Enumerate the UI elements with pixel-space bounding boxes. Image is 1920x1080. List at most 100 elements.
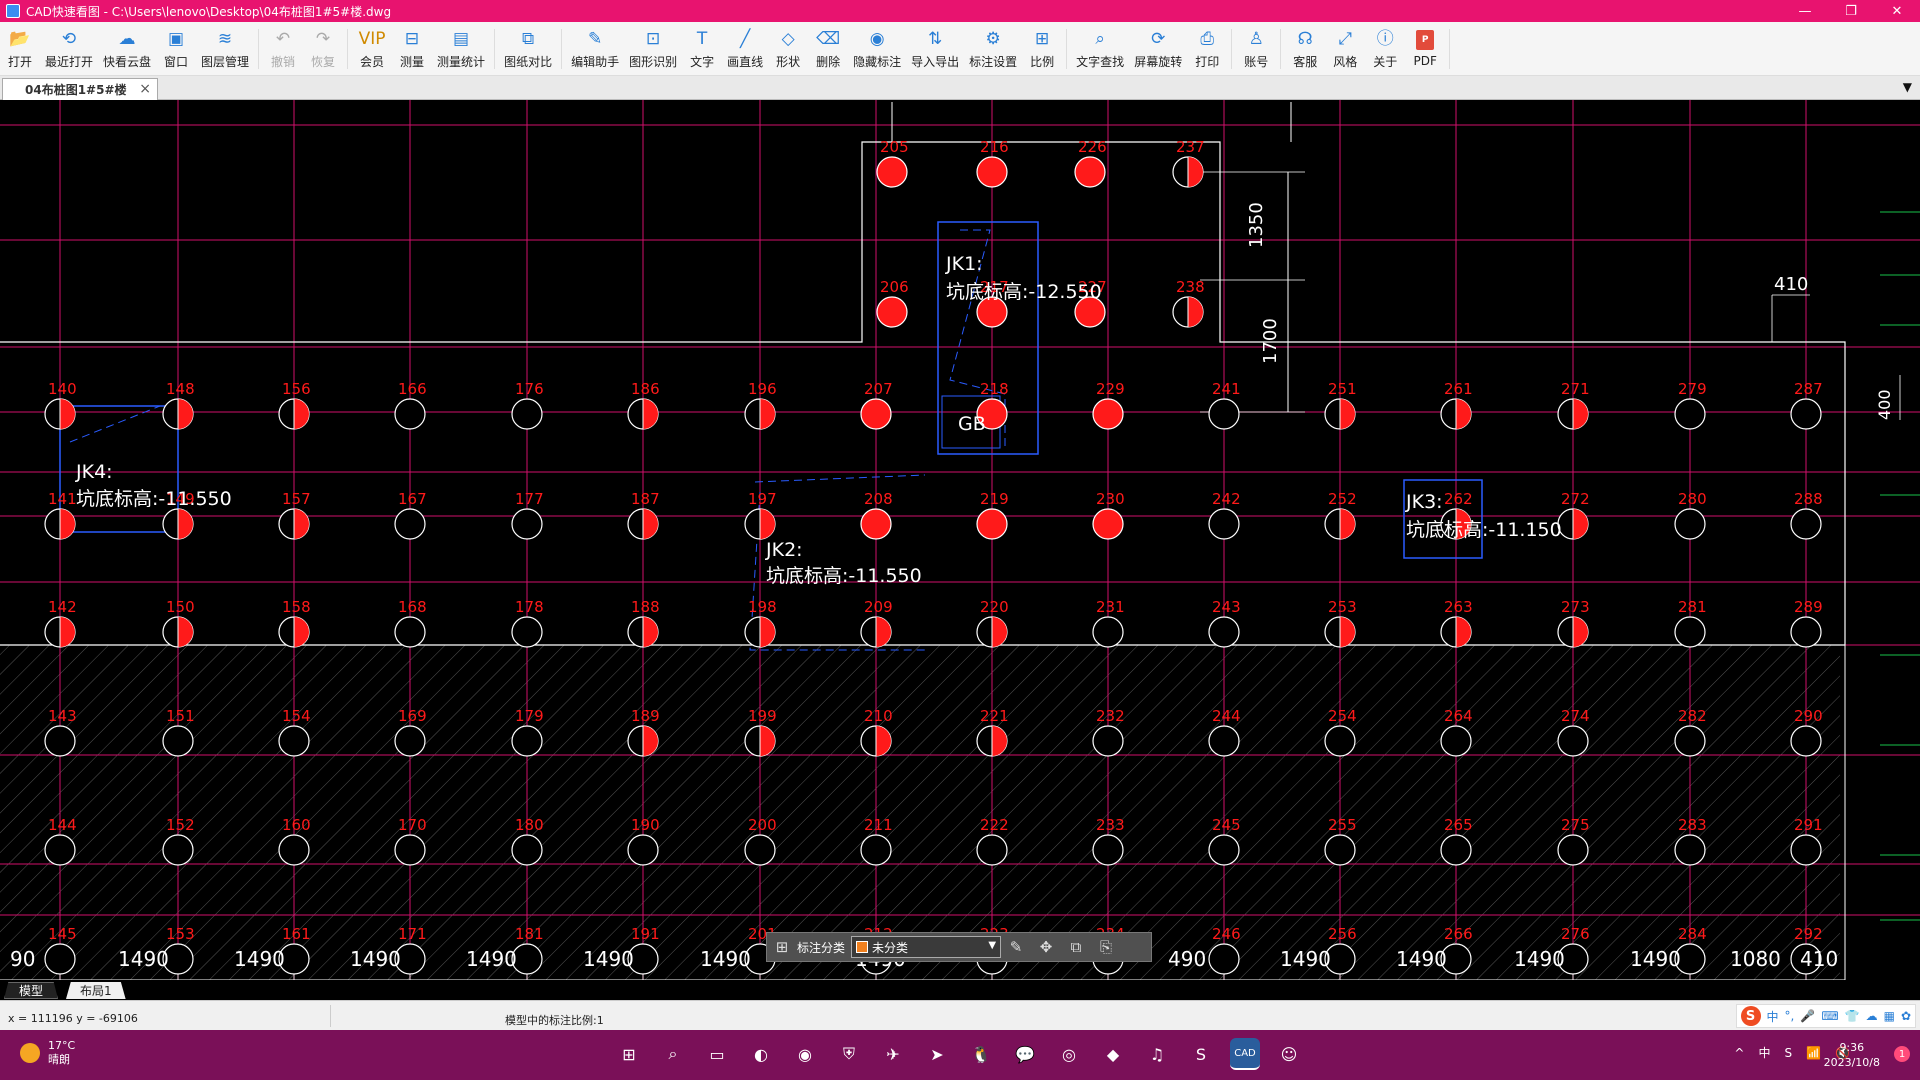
pile-number: 205 xyxy=(880,138,909,156)
toolbar-button-import-export[interactable]: ⇅ 导入导出 xyxy=(906,22,964,76)
pile-circle-empty xyxy=(1440,834,1472,866)
toolbar-button-text[interactable]: T 文字 xyxy=(682,22,722,76)
tab-model[interactable]: 模型 xyxy=(4,982,59,999)
dimension-text: 1490 xyxy=(234,947,285,971)
pile-circle-empty xyxy=(1324,834,1356,866)
toolbar-button-vip[interactable]: VIP 会员 xyxy=(352,22,392,76)
app-avatar-icon[interactable]: ☺ xyxy=(1274,1038,1304,1070)
pile-number: 198 xyxy=(748,598,777,616)
toolbar-button-annotation-settings[interactable]: ⚙ 标注设置 xyxy=(964,22,1022,76)
copy-icon[interactable]: ⧉ xyxy=(1061,938,1091,956)
security-app-icon[interactable]: ⛨ xyxy=(834,1038,864,1070)
toolbar-button-label: 隐藏标注 xyxy=(853,54,902,69)
dingtalk-app-icon[interactable]: ➤ xyxy=(922,1038,952,1070)
app-orange-icon[interactable]: ◐ xyxy=(746,1038,776,1070)
toolbar-button-compare[interactable]: ⧉ 图纸对比 xyxy=(499,22,557,76)
toolbar-button-folder-open[interactable]: 📂 打开 xyxy=(0,22,40,76)
grid-icon[interactable]: ⊞ xyxy=(767,938,797,956)
toolbar-button-window[interactable]: ▣ 窗口 xyxy=(156,22,196,76)
annotation-category-label: 标注分类 xyxy=(797,940,846,955)
start-button-icon[interactable]: ⊞ xyxy=(614,1038,644,1070)
pile-232: 232 xyxy=(1092,707,1125,757)
ime-toolbar[interactable]: S 中 °, 🎤 ⌨ 👕 ☁ ▦ ✿ xyxy=(1735,1004,1916,1028)
file-explorer-icon[interactable]: ▭ xyxy=(702,1038,732,1070)
pile-number: 210 xyxy=(864,707,893,725)
toolbar-button-redo[interactable]: ↷ 恢复 xyxy=(303,22,343,76)
paste-icon[interactable]: ⎘ xyxy=(1091,938,1121,956)
clock[interactable]: 9:36 2023/10/8 xyxy=(1824,1040,1880,1070)
toolbar-button-undo[interactable]: ↶ 撤销 xyxy=(263,22,303,76)
app-green-icon[interactable]: ◆ xyxy=(1098,1038,1128,1070)
chrome-browser-icon[interactable]: ◎ xyxy=(1054,1038,1084,1070)
document-tab[interactable]: 04布桩图1#5#楼 × xyxy=(2,78,158,100)
window-title: CAD快速看图 - C:\Users\lenovo\Desktop\04布桩图1… xyxy=(26,4,392,19)
pile-197: 197 xyxy=(744,490,777,540)
maximize-button[interactable]: ❐ xyxy=(1828,0,1874,22)
move-icon[interactable]: ✥ xyxy=(1031,938,1061,956)
drawing-canvas[interactable]: 205 216 226 237 206 217 227 238 140 148 156 166 176 1… xyxy=(0,100,1920,980)
toolbar-button-rotate-screen[interactable]: ⟳ 屏幕旋转 xyxy=(1129,22,1187,76)
toolbar-button-hide-annotation[interactable]: ◉ 隐藏标注 xyxy=(848,22,906,76)
pile-circle-empty xyxy=(162,834,194,866)
pile-number: 144 xyxy=(48,816,77,834)
feishu-app-icon[interactable]: ✈ xyxy=(878,1038,908,1070)
cad-viewer-icon[interactable]: CAD xyxy=(1230,1038,1260,1070)
sogou-logo-icon[interactable]: S xyxy=(1740,1006,1761,1026)
toolbar-button-shape-recognize[interactable]: ⊡ 图形识别 xyxy=(624,22,682,76)
ime-mode-icon[interactable]: 中 xyxy=(1758,1044,1770,1061)
ime-cloud-icon[interactable]: ☁ xyxy=(1866,1009,1878,1023)
ime-punct-icon[interactable]: °, xyxy=(1785,1009,1795,1023)
edge-browser-icon[interactable]: ◉ xyxy=(790,1038,820,1070)
ime-grid-icon[interactable]: ▦ xyxy=(1884,1009,1895,1023)
category-select[interactable]: 未分类 ▼ xyxy=(851,936,1002,958)
pile-245: 245 xyxy=(1208,816,1241,866)
toolbar-button-account[interactable]: ♙ 账号 xyxy=(1236,22,1276,76)
ime-keyboard-icon[interactable]: ⌨ xyxy=(1821,1009,1838,1023)
toolbar-button-style[interactable]: ⤢ 风格 xyxy=(1325,22,1365,76)
gb-label: GB xyxy=(958,413,986,435)
ime-chinese-icon[interactable]: 中 xyxy=(1767,1008,1779,1025)
show-hidden-icons[interactable]: ^ xyxy=(1734,1046,1744,1060)
toolbar-button-label: 文字查找 xyxy=(1076,54,1125,69)
toolbar-button-history[interactable]: ⟲ 最近打开 xyxy=(40,22,98,76)
pile-circle-empty xyxy=(394,725,426,757)
pile-143: 143 xyxy=(44,707,77,757)
toolbar-button-printer[interactable]: ⎙ 打印 xyxy=(1187,22,1227,76)
minimize-button[interactable]: — xyxy=(1782,0,1828,22)
pile-number: 154 xyxy=(282,707,311,725)
line-icon: ╱ xyxy=(739,28,751,49)
search-button-icon[interactable]: ⌕ xyxy=(658,1038,688,1070)
toolbar-button-measure-stats[interactable]: ▤ 测量统计 xyxy=(432,22,490,76)
toolbar-button-text-search[interactable]: ⌕ 文字查找 xyxy=(1071,22,1129,76)
sogou-tray-icon[interactable]: S xyxy=(1784,1046,1792,1060)
toolbar-button-cloud[interactable]: ☁ 快看云盘 xyxy=(98,22,156,76)
ime-voice-icon[interactable]: 🎤 xyxy=(1800,1009,1815,1023)
ime-settings-icon[interactable]: ✿ xyxy=(1901,1009,1911,1023)
toolbar-button-line[interactable]: ╱ 画直线 xyxy=(722,22,768,76)
toolbar-button-shape[interactable]: ◇ 形状 xyxy=(768,22,808,76)
pile-number: 207 xyxy=(864,380,893,398)
cad-drawing[interactable]: 205 216 226 237206 217 227 238140 148 156 166 176 1… xyxy=(0,100,1920,980)
wechat-app-icon[interactable]: 💬 xyxy=(1010,1038,1040,1070)
notification-badge[interactable]: 1 xyxy=(1894,1046,1910,1062)
toolbar-button-label: 打开 xyxy=(7,54,32,69)
toolbar-button-ruler[interactable]: ⊟ 测量 xyxy=(392,22,432,76)
edit-icon[interactable]: ✎ xyxy=(1001,938,1031,956)
toolbar-button-headset[interactable]: ☊ 客服 xyxy=(1285,22,1325,76)
ime-skin-icon[interactable]: 👕 xyxy=(1845,1009,1860,1023)
toolbar-button-scale[interactable]: ⊞ 比例 xyxy=(1022,22,1062,76)
toolbar-button-layers[interactable]: ≋ 图层管理 xyxy=(196,22,254,76)
wifi-icon[interactable]: 📶 xyxy=(1806,1046,1821,1060)
toolbar-button-info[interactable]: ⓘ 关于 xyxy=(1365,22,1405,76)
weather-widget[interactable]: 17°C 晴朗 xyxy=(20,1039,75,1067)
netease-music-icon[interactable]: ♫ xyxy=(1142,1038,1172,1070)
toolbar-button-edit-assistant[interactable]: ✎ 编辑助手 xyxy=(566,22,624,76)
close-button[interactable]: ✕ xyxy=(1874,0,1920,22)
toolbar-button-pdf[interactable]: P PDF xyxy=(1405,22,1445,76)
tab-layout1[interactable]: 布局1 xyxy=(66,982,126,999)
wps-sheet-icon[interactable]: S xyxy=(1186,1038,1216,1070)
qq-app-icon[interactable]: 🐧 xyxy=(966,1038,996,1070)
tab-list-dropdown-icon[interactable]: ▼ xyxy=(1903,80,1912,94)
toolbar-button-eraser[interactable]: ⌫ 删除 xyxy=(808,22,848,76)
document-tab-close-icon[interactable]: × xyxy=(139,81,151,97)
